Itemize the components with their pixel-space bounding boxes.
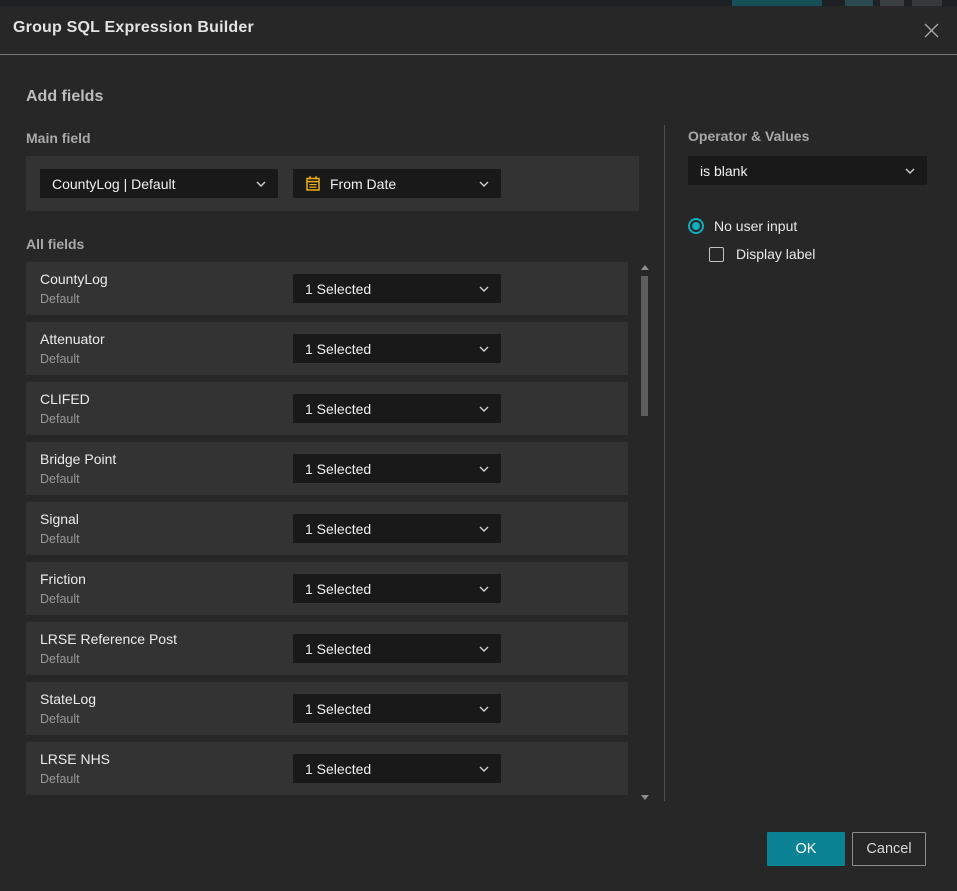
- field-subtitle: Default: [40, 772, 80, 786]
- scrollbar-up-arrow-icon[interactable]: [641, 265, 649, 270]
- row-selected-dropdown[interactable]: 1 Selected: [293, 634, 501, 663]
- panel-divider: [664, 125, 665, 801]
- all-fields-list[interactable]: CountyLog Default 1 Selected Attenuator …: [26, 262, 628, 802]
- chevron-down-icon: [479, 706, 489, 712]
- main-field-source-dropdown[interactable]: CountyLog | Default: [40, 169, 278, 198]
- row-selected-dropdown-label: 1 Selected: [305, 401, 471, 417]
- field-row: LRSE Reference Post Default 1 Selected: [26, 622, 628, 675]
- screen: Group SQL Expression Builder Add fields …: [0, 0, 957, 891]
- field-row: Attenuator Default 1 Selected: [26, 322, 628, 375]
- chevron-down-icon: [479, 286, 489, 292]
- chevron-down-icon: [479, 586, 489, 592]
- chevron-down-icon: [479, 181, 489, 187]
- row-selected-dropdown-label: 1 Selected: [305, 521, 471, 537]
- field-row: Friction Default 1 Selected: [26, 562, 628, 615]
- main-field-source-dropdown-label: CountyLog | Default: [52, 176, 248, 192]
- field-name: CLIFED: [40, 391, 90, 407]
- field-row: Bridge Point Default 1 Selected: [26, 442, 628, 495]
- scrollbar-down-arrow-icon[interactable]: [641, 795, 649, 800]
- close-icon[interactable]: [920, 19, 942, 41]
- row-selected-dropdown-label: 1 Selected: [305, 701, 471, 717]
- scrollbar-thumb[interactable]: [641, 276, 648, 416]
- calendar-icon: [305, 175, 321, 192]
- display-label-label: Display label: [736, 246, 815, 262]
- chevron-down-icon: [479, 766, 489, 772]
- field-row: CountyLog Default 1 Selected: [26, 262, 628, 315]
- chevron-down-icon: [479, 466, 489, 472]
- operator-dropdown-label: is blank: [700, 163, 897, 179]
- row-selected-dropdown-label: 1 Selected: [305, 641, 471, 657]
- dialog-header: Group SQL Expression Builder: [0, 6, 957, 55]
- operator-values-label: Operator & Values: [688, 128, 809, 144]
- operator-dropdown[interactable]: is blank: [688, 156, 927, 185]
- chevron-down-icon: [479, 526, 489, 532]
- chevron-down-icon: [905, 168, 915, 174]
- chevron-down-icon: [479, 406, 489, 412]
- row-selected-dropdown[interactable]: 1 Selected: [293, 754, 501, 783]
- cancel-button[interactable]: Cancel: [852, 832, 926, 866]
- field-subtitle: Default: [40, 592, 80, 606]
- field-name: CountyLog: [40, 271, 108, 287]
- no-user-input-radio[interactable]: [688, 218, 704, 234]
- row-selected-dropdown[interactable]: 1 Selected: [293, 514, 501, 543]
- group-sql-expression-builder-dialog: Group SQL Expression Builder Add fields …: [0, 6, 957, 891]
- main-field-label: Main field: [26, 130, 91, 146]
- field-row: LRSE NHS Default 1 Selected: [26, 742, 628, 795]
- row-selected-dropdown[interactable]: 1 Selected: [293, 334, 501, 363]
- ok-button[interactable]: OK: [767, 832, 845, 866]
- row-selected-dropdown[interactable]: 1 Selected: [293, 454, 501, 483]
- row-selected-dropdown-label: 1 Selected: [305, 281, 471, 297]
- field-subtitle: Default: [40, 412, 80, 426]
- field-row: StateLog Default 1 Selected: [26, 682, 628, 735]
- field-row: Signal Default 1 Selected: [26, 502, 628, 555]
- field-subtitle: Default: [40, 652, 80, 666]
- main-field-panel: CountyLog | Default From Date: [26, 156, 639, 211]
- row-selected-dropdown[interactable]: 1 Selected: [293, 274, 501, 303]
- chevron-down-icon: [256, 181, 266, 187]
- row-selected-dropdown-label: 1 Selected: [305, 581, 471, 597]
- main-field-field-dropdown[interactable]: From Date: [293, 169, 501, 198]
- field-subtitle: Default: [40, 292, 80, 306]
- field-name: LRSE Reference Post: [40, 631, 177, 647]
- row-selected-dropdown[interactable]: 1 Selected: [293, 694, 501, 723]
- dialog-title: Group SQL Expression Builder: [13, 19, 254, 37]
- row-selected-dropdown[interactable]: 1 Selected: [293, 574, 501, 603]
- field-name: Attenuator: [40, 331, 105, 347]
- field-row: CLIFED Default 1 Selected: [26, 382, 628, 435]
- chevron-down-icon: [479, 346, 489, 352]
- field-subtitle: Default: [40, 352, 80, 366]
- list-scrollbar[interactable]: [638, 262, 650, 802]
- main-field-field-dropdown-label: From Date: [330, 176, 471, 192]
- display-label-checkbox[interactable]: [709, 247, 724, 262]
- field-name: LRSE NHS: [40, 751, 110, 767]
- display-label-option[interactable]: Display label: [709, 246, 815, 262]
- field-name: Friction: [40, 571, 86, 587]
- chevron-down-icon: [479, 646, 489, 652]
- field-name: StateLog: [40, 691, 96, 707]
- field-subtitle: Default: [40, 712, 80, 726]
- row-selected-dropdown-label: 1 Selected: [305, 761, 471, 777]
- all-fields-label: All fields: [26, 236, 84, 252]
- field-subtitle: Default: [40, 532, 80, 546]
- row-selected-dropdown[interactable]: 1 Selected: [293, 394, 501, 423]
- no-user-input-label: No user input: [714, 218, 797, 234]
- field-subtitle: Default: [40, 472, 80, 486]
- no-user-input-option[interactable]: No user input: [688, 218, 797, 234]
- add-fields-heading: Add fields: [26, 88, 103, 106]
- field-name: Bridge Point: [40, 451, 116, 467]
- row-selected-dropdown-label: 1 Selected: [305, 461, 471, 477]
- row-selected-dropdown-label: 1 Selected: [305, 341, 471, 357]
- field-name: Signal: [40, 511, 79, 527]
